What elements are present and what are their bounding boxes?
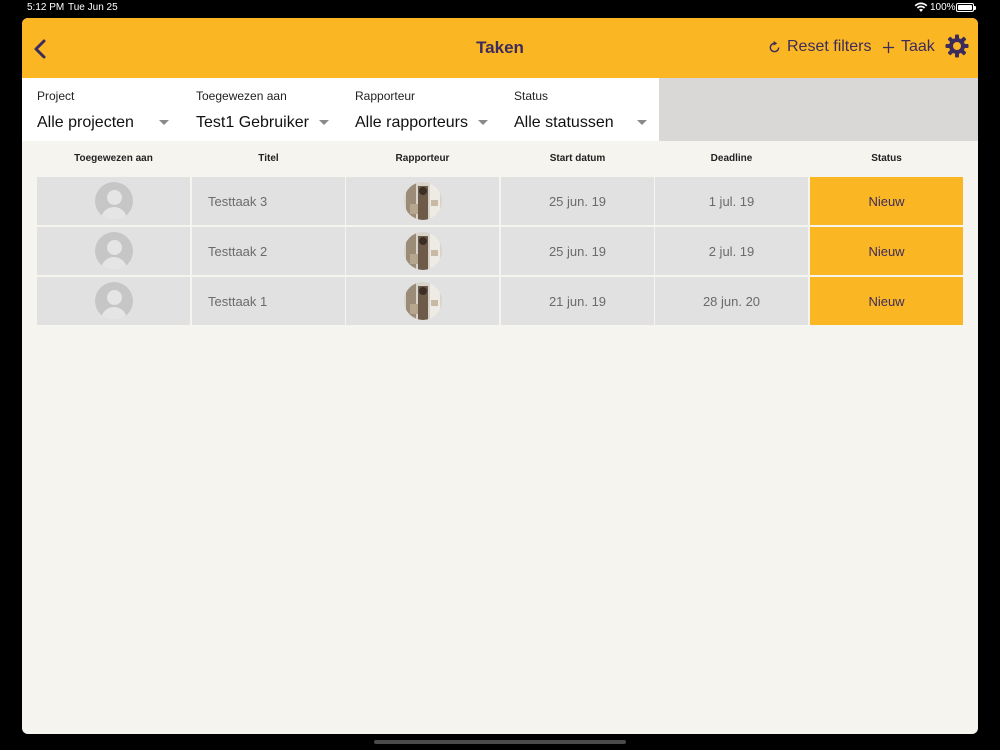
battery-icon (956, 3, 976, 12)
title-cell: Testtaak 2 (192, 227, 345, 275)
table-row[interactable]: Testtaak 3 25 jun. 19 1 jul. 19 Nieuw (37, 177, 963, 225)
table-row[interactable]: Testtaak 2 25 jun. 19 2 jul. 19 Nieuw (37, 227, 963, 275)
title-cell: Testtaak 3 (192, 177, 345, 225)
filter-project[interactable]: Project Alle projecten (37, 78, 177, 141)
caret-down-icon (637, 120, 647, 125)
status-badge[interactable]: Nieuw (810, 227, 963, 275)
assignee-cell (37, 177, 190, 225)
navbar: Taken Reset filters Taak (22, 18, 978, 78)
filter-reporter[interactable]: Rapporteur Alle rapporteurs (355, 78, 495, 141)
filter-reporter-value[interactable]: Alle rapporteurs (355, 114, 468, 132)
reporter-avatar (403, 232, 442, 270)
status-badge[interactable]: Nieuw (810, 277, 963, 325)
status-time: 5:12 PM (27, 2, 65, 13)
reset-filters-label: Reset filters (787, 38, 872, 55)
filter-status[interactable]: Status Alle statussen (514, 78, 654, 141)
column-header-status[interactable]: Status (810, 153, 963, 164)
filter-reporter-label: Rapporteur (355, 89, 416, 103)
caret-down-icon (159, 120, 169, 125)
status-date: Tue Jun 25 (68, 2, 118, 13)
plus-icon (882, 41, 895, 53)
start-date-cell: 25 jun. 19 (501, 177, 654, 225)
reporter-cell (346, 227, 499, 275)
reporter-cell (346, 277, 499, 325)
avatar (94, 282, 133, 320)
filter-project-value[interactable]: Alle projecten (37, 114, 134, 132)
filter-status-label: Status (514, 89, 549, 103)
reporter-cell (346, 177, 499, 225)
column-header-title[interactable]: Titel (192, 153, 345, 164)
start-date-cell: 25 jun. 19 (501, 227, 654, 275)
gear-icon[interactable] (945, 34, 969, 58)
home-indicator (374, 740, 626, 744)
filter-project-label: Project (37, 89, 75, 103)
add-task-label: Taak (901, 38, 935, 55)
wifi-icon (914, 2, 928, 12)
caret-down-icon (319, 120, 329, 125)
table-header: Toegewezen aan Titel Rapporteur Start da… (37, 153, 963, 173)
filter-status-value[interactable]: Alle statussen (514, 114, 614, 132)
battery-percent: 100% (930, 2, 956, 13)
status-bar: 5:12 PM Tue Jun 25 100% (0, 0, 1000, 16)
filter-bar: Project Alle projecten Toegewezen aan Te… (22, 78, 659, 141)
assignee-cell (37, 277, 190, 325)
assignee-cell (37, 227, 190, 275)
column-header-deadline[interactable]: Deadline (655, 153, 808, 164)
reporter-avatar (403, 282, 442, 320)
deadline-cell: 2 jul. 19 (655, 227, 808, 275)
reporter-avatar (403, 182, 442, 220)
app-window: Taken Reset filters Taak Project Alle pr… (22, 18, 978, 734)
caret-down-icon (478, 120, 488, 125)
column-header-reporter[interactable]: Rapporteur (346, 153, 499, 164)
avatar (94, 182, 133, 220)
table-row[interactable]: Testtaak 1 21 jun. 19 28 jun. 20 Nieuw (37, 277, 963, 325)
filter-assigned[interactable]: Toegewezen aan Test1 Gebruiker (196, 78, 336, 141)
deadline-cell: 28 jun. 20 (655, 277, 808, 325)
column-header-assigned[interactable]: Toegewezen aan (37, 153, 190, 164)
column-header-start[interactable]: Start datum (501, 153, 654, 164)
add-task-button[interactable]: Taak (882, 37, 935, 57)
status-badge[interactable]: Nieuw (810, 177, 963, 225)
title-cell: Testtaak 1 (192, 277, 345, 325)
filter-bar-filler (659, 78, 978, 141)
filter-assigned-label: Toegewezen aan (196, 89, 287, 103)
avatar (94, 232, 133, 270)
reset-filters-button[interactable]: Reset filters (768, 37, 871, 57)
start-date-cell: 21 jun. 19 (501, 277, 654, 325)
deadline-cell: 1 jul. 19 (655, 177, 808, 225)
filter-assigned-value[interactable]: Test1 Gebruiker (196, 114, 309, 132)
refresh-icon (769, 40, 780, 52)
